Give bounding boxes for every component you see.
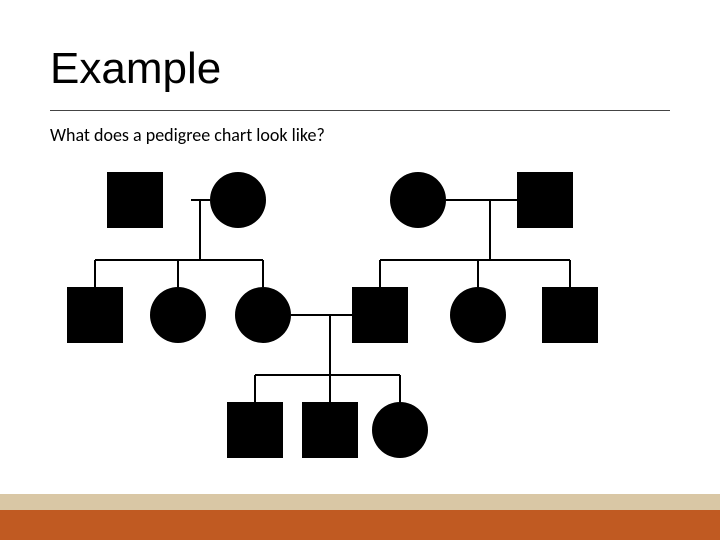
male-icon: [302, 402, 358, 458]
female-icon: [390, 172, 446, 228]
female-icon: [372, 402, 428, 458]
female-icon: [150, 287, 206, 343]
female-icon: [450, 287, 506, 343]
footer-bar-orange: [0, 510, 720, 540]
male-icon: [107, 172, 163, 228]
male-icon: [517, 172, 573, 228]
female-icon: [210, 172, 266, 228]
male-icon: [352, 287, 408, 343]
slide: Example What does a pedigree chart look …: [0, 0, 720, 540]
male-icon: [227, 402, 283, 458]
male-icon: [67, 287, 123, 343]
pedigree-diagram: [0, 0, 720, 540]
male-icon: [542, 287, 598, 343]
female-icon: [235, 287, 291, 343]
